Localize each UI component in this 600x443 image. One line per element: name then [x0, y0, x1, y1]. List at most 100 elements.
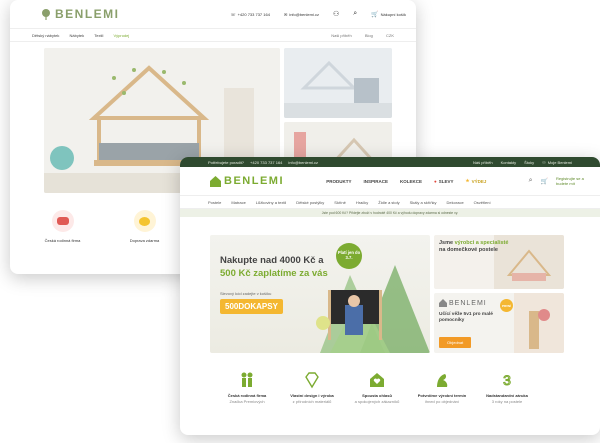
feature-title: Vlastní design i výroba: [290, 393, 334, 398]
category-postele[interactable]: Postele: [208, 200, 221, 205]
nav-item-blog[interactable]: Blog: [365, 33, 373, 38]
promo2-text: Učící věže 5v1 pro malé pomocníky: [439, 312, 493, 323]
first-badge: PRVNÍ: [500, 299, 513, 312]
currency-selector[interactable]: CZK: [386, 33, 394, 38]
feature-title: Spousta ohlasů: [362, 393, 392, 398]
nav-item-vyprodej[interactable]: Výprodej: [113, 33, 129, 38]
room-photo-1[interactable]: [284, 48, 392, 118]
feature-ohlasy: Spousta ohlasů a spokojených zákazníků: [350, 371, 404, 404]
search-icon[interactable]: ⌕: [353, 10, 357, 18]
feature-title: Potvrdíme výrobní termín: [417, 393, 467, 398]
nav-item-detsky-nabytek[interactable]: Dětský nábytek: [32, 33, 59, 38]
category-dekorace[interactable]: Dekorace: [447, 200, 464, 205]
phone-icon: ☏: [230, 11, 236, 17]
link-nas-pribeh[interactable]: Náš příběh: [473, 160, 493, 165]
sale-icon: ●: [434, 178, 437, 184]
strong-arm-icon: [437, 374, 448, 387]
feature-label: Doprava zdarma: [129, 238, 160, 243]
nav-item-nabytek[interactable]: Nábytek: [69, 33, 84, 38]
discount-code[interactable]: 500DOKAPSY: [220, 299, 283, 314]
feature-subtitle: z přírodních materiálů: [292, 399, 332, 404]
logo-text: BENLEMI: [224, 175, 284, 187]
menu-inspirace[interactable]: INSPIRACE: [364, 179, 389, 184]
shipping-notice: Jste pod 600 Kč? Přidejte zboží v hodnot…: [180, 209, 600, 217]
link-kontakty[interactable]: Kontakty: [501, 160, 517, 165]
diamond-icon: [305, 372, 319, 389]
menu-produkty[interactable]: PRODUKTY: [326, 179, 351, 184]
mail-icon: ✉: [283, 11, 288, 17]
promo1-title: Jsme výrobci a specialisté na domečkové p…: [439, 240, 509, 253]
top-bar: Potřebujete poradit? +420 733 737 164 in…: [180, 157, 600, 167]
house-logo-icon: [210, 175, 221, 187]
svg-text:3: 3: [503, 372, 511, 388]
heart-house-icon: [370, 373, 384, 387]
nav-item-nas-pribeh[interactable]: Naši příběh: [331, 33, 351, 38]
house-logo-icon: [439, 299, 447, 307]
link-stoky[interactable]: Štoky: [524, 160, 534, 165]
front-browser-window: Potřebujete poradit? +420 733 737 164 in…: [180, 157, 600, 435]
promo-learning-tower[interactable]: BENLEMI Učící věže 5v1 pro malé pomocník…: [434, 293, 564, 353]
family-icon: [241, 372, 253, 387]
category-skrine[interactable]: Skříně: [334, 200, 346, 205]
tree-logo-icon: [42, 9, 50, 20]
email-text[interactable]: info@benlemi.cz: [289, 12, 319, 17]
hero-subtext: Slevový kód zadejte v košíku: [220, 291, 272, 296]
nav-item-textil[interactable]: Textil: [94, 33, 103, 38]
front-feature-row: Česká rodinná firma Značka Premiových Vl…: [220, 371, 534, 405]
hero-headline-1: Nakupte nad 4000 Kč a: [220, 255, 324, 266]
menu-slevy[interactable]: SLEVY: [439, 179, 454, 184]
front-logo[interactable]: BENLEMI: [210, 175, 284, 187]
czech-map-icon: [51, 210, 74, 232]
hero-headline-2: 500 Kč zaplatíme za vás: [220, 268, 328, 279]
feature-rodinna-firma: Česká rodinná firma Značka Premiových: [220, 371, 274, 404]
category-luzkoviny[interactable]: Lůžkoviny a textil: [256, 200, 286, 205]
account-link[interactable]: Moje Benlemi: [548, 160, 572, 165]
category-bar: Postele Matrace Lůžkoviny a textil Dětsk…: [180, 195, 600, 209]
order-button[interactable]: Objednat: [439, 337, 472, 348]
search-icon[interactable]: ⌕: [529, 177, 533, 185]
phone-text[interactable]: +420 733 737 164: [238, 12, 270, 17]
feature-title: Nadstandardní záruka: [486, 393, 528, 398]
feature-zaruka: 3 Nadstandardní záruka 3 roky na postele: [480, 371, 534, 405]
date-badge: Platí jen do 3.7.: [336, 243, 362, 269]
category-postylky[interactable]: Dětské postýlky: [296, 200, 324, 205]
back-nav: Dětský nábytek Nábytek Textil Výprodej N…: [10, 28, 416, 42]
back-header: BENLEMI ☏ +420 733 737 164 ✉ info@benlem…: [10, 0, 416, 28]
user-icon[interactable]: ⚇: [333, 10, 339, 18]
feature-doprava: Doprava zdarma: [122, 210, 167, 243]
piggy-bank-icon: [133, 210, 156, 232]
feature-rodinna-firma: Česká rodinná firma: [40, 210, 85, 243]
feature-termin: Potvrdíme výrobní termín ihned po objedn…: [415, 371, 469, 404]
register-link[interactable]: Registrujte se a budete mít: [556, 176, 592, 186]
category-matrace[interactable]: Matrace: [231, 200, 245, 205]
email-text[interactable]: info@benlemi.cz: [288, 160, 318, 165]
cart-label[interactable]: Nákupní košík: [381, 12, 406, 17]
help-text: Potřebujete poradit?: [208, 159, 245, 165]
category-hracky[interactable]: Hračky: [356, 200, 368, 205]
category-osvetleni[interactable]: Osvětlení: [474, 200, 491, 205]
feature-subtitle: ihned po objednání: [424, 399, 460, 404]
account-icon[interactable]: ⚇: [542, 160, 546, 165]
feature-label: Česká rodinná firma: [44, 238, 81, 243]
logo-text: BENLEMI: [55, 7, 120, 21]
hero-banner[interactable]: Nakupte nad 4000 Kč a 500 Kč zaplatíme z…: [210, 235, 430, 353]
category-skaly[interactable]: Skály a skříňky: [410, 200, 437, 205]
front-header: BENLEMI PRODUKTY INSPIRACE KOLEKCE ● SLE…: [180, 167, 600, 195]
star-icon: ★: [465, 178, 470, 183]
menu-vydej[interactable]: VÝDEJ: [472, 179, 487, 184]
feature-subtitle: 3 roky na postele: [491, 399, 523, 404]
cart-icon[interactable]: 🛒: [371, 11, 378, 18]
promo2-logo: BENLEMI: [439, 299, 487, 307]
notice-text: Jste pod 600 Kč? Přidejte zboží v hodnot…: [321, 211, 459, 215]
category-zidle[interactable]: Židle a stoly: [378, 200, 399, 205]
phone-text[interactable]: +420 733 737 164: [250, 160, 282, 165]
feature-subtitle: Značka Premiových: [229, 399, 265, 404]
cart-icon[interactable]: 🛒: [541, 178, 548, 185]
feature-title: Česká rodinná firma: [227, 393, 267, 398]
feature-subtitle: a spokojených zákazníků: [354, 399, 400, 404]
back-logo[interactable]: BENLEMI: [40, 7, 120, 21]
feature-design: Vlastní design i výroba z přírodních mat…: [285, 371, 339, 404]
promo-house-beds[interactable]: Jsme výrobci a specialisté na domečkové p…: [434, 235, 564, 289]
three-years-icon: 3: [503, 372, 512, 389]
menu-kolekce[interactable]: KOLEKCE: [400, 179, 422, 184]
